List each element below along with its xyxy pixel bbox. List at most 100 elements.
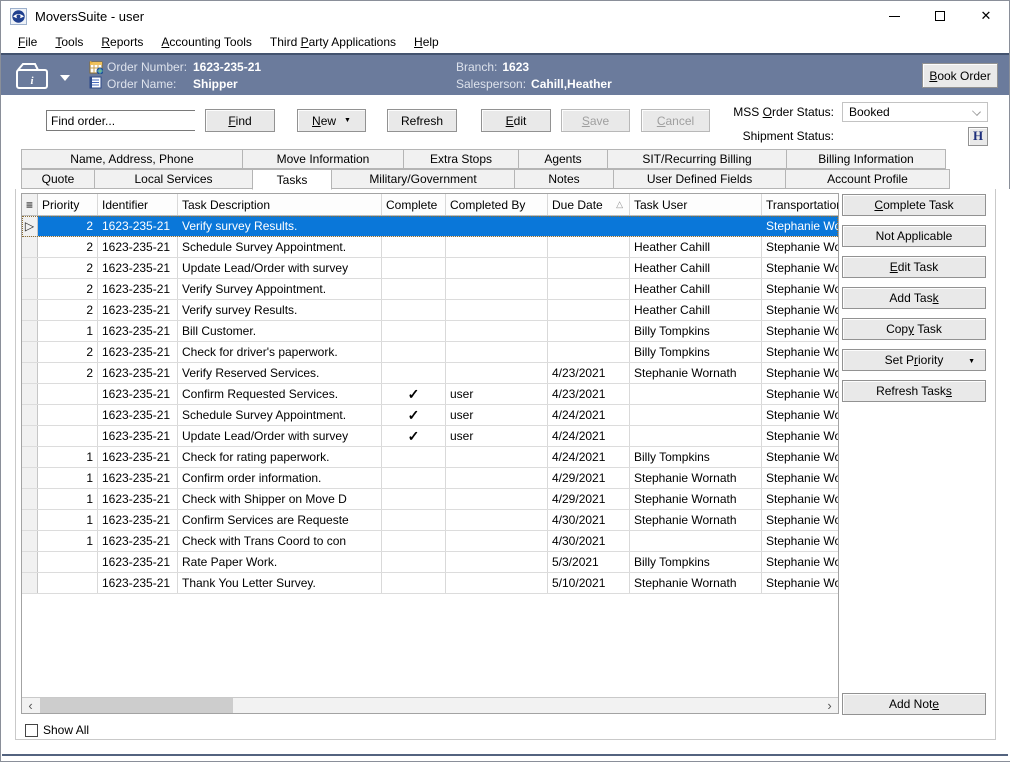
task-row[interactable]: 1623-235-21Update Lead/Order with survey… (22, 426, 838, 447)
column-header-transportation-co[interactable]: Transportation Co (762, 194, 838, 215)
maximize-button[interactable] (917, 1, 963, 31)
cell-priority[interactable]: 2 (38, 342, 98, 362)
cell-identifier[interactable]: 1623-235-21 (98, 216, 178, 236)
cell-description[interactable]: Verify survey Results. (178, 216, 382, 236)
cell-complete-check[interactable]: ✓ (382, 426, 446, 446)
menu-reports[interactable]: Reports (92, 33, 152, 51)
cell-priority[interactable]: 1 (38, 447, 98, 467)
cell-identifier[interactable]: 1623-235-21 (98, 279, 178, 299)
cell-description[interactable]: Confirm Services are Requeste (178, 510, 382, 530)
cell-complete-check[interactable]: ✓ (382, 384, 446, 404)
tab-military-government[interactable]: Military/Government (331, 169, 515, 189)
cell-identifier[interactable]: 1623-235-21 (98, 237, 178, 257)
task-row[interactable]: 21623-235-21Verify survey Results.Heathe… (22, 300, 838, 321)
cell-priority[interactable]: 2 (38, 279, 98, 299)
mss-order-status-select[interactable]: Booked (842, 102, 988, 122)
cell-task-user[interactable]: Stephanie Wornath (630, 363, 762, 383)
cell-transportation[interactable]: Stephanie Wornat (762, 552, 838, 572)
cell-completed-by[interactable] (446, 489, 548, 509)
cell-transportation[interactable]: Stephanie Wornat (762, 237, 838, 257)
cell-due-date[interactable] (548, 279, 630, 299)
tab-account-profile[interactable]: Account Profile (785, 169, 950, 189)
cell-priority[interactable]: 2 (38, 300, 98, 320)
order-info-menu[interactable]: i (14, 60, 70, 92)
complete-task-button[interactable]: Complete Task (842, 194, 986, 216)
cell-description[interactable]: Rate Paper Work. (178, 552, 382, 572)
cell-description[interactable]: Check with Shipper on Move D (178, 489, 382, 509)
task-row[interactable]: 1623-235-21Rate Paper Work.5/3/2021Billy… (22, 552, 838, 573)
cell-identifier[interactable]: 1623-235-21 (98, 447, 178, 467)
cell-due-date[interactable] (548, 321, 630, 341)
cell-transportation[interactable]: Stephanie Wornat (762, 573, 838, 593)
cell-task-user[interactable]: Heather Cahill (630, 300, 762, 320)
cell-task-user[interactable]: Stephanie Wornath (630, 573, 762, 593)
cell-description[interactable]: Confirm order information. (178, 468, 382, 488)
row-selector-cell[interactable] (22, 489, 38, 509)
cell-due-date[interactable]: 4/30/2021 (548, 531, 630, 551)
cell-due-date[interactable]: 4/30/2021 (548, 510, 630, 530)
cell-complete-check[interactable] (382, 321, 446, 341)
cell-due-date[interactable]: 4/29/2021 (548, 468, 630, 488)
cell-identifier[interactable]: 1623-235-21 (98, 426, 178, 446)
cell-task-user[interactable]: Stephanie Wornath (630, 468, 762, 488)
column-header-complete[interactable]: Complete (382, 194, 446, 215)
row-selector-cell[interactable]: ▷ (22, 216, 38, 236)
column-header-completed-by[interactable]: Completed By (446, 194, 548, 215)
cell-complete-check[interactable] (382, 300, 446, 320)
cell-complete-check[interactable] (382, 489, 446, 509)
cell-priority[interactable]: 2 (38, 258, 98, 278)
cell-description[interactable]: Check for driver's paperwork. (178, 342, 382, 362)
cell-priority[interactable]: 1 (38, 321, 98, 341)
cell-priority[interactable]: 2 (38, 216, 98, 236)
cell-completed-by[interactable] (446, 510, 548, 530)
cell-transportation[interactable]: Stephanie Wornat (762, 258, 838, 278)
cell-due-date[interactable]: 4/23/2021 (548, 363, 630, 383)
cell-identifier[interactable]: 1623-235-21 (98, 342, 178, 362)
cell-transportation[interactable]: Stephanie Wornat (762, 321, 838, 341)
tab-move-information[interactable]: Move Information (242, 149, 404, 169)
row-selector-cell[interactable] (22, 447, 38, 467)
row-selector-cell[interactable] (22, 468, 38, 488)
task-row[interactable]: 11623-235-21Bill Customer.Billy Tompkins… (22, 321, 838, 342)
cell-completed-by[interactable] (446, 363, 548, 383)
cell-description[interactable]: Bill Customer. (178, 321, 382, 341)
cell-identifier[interactable]: 1623-235-21 (98, 468, 178, 488)
cell-transportation[interactable]: Stephanie Wornat (762, 510, 838, 530)
cell-task-user[interactable]: Stephanie Wornath (630, 510, 762, 530)
find-button[interactable]: Find (205, 109, 275, 132)
scroll-right-icon[interactable]: › (821, 698, 838, 713)
task-row[interactable]: 21623-235-21Schedule Survey Appointment.… (22, 237, 838, 258)
tab-sit-recurring-billing[interactable]: SIT/Recurring Billing (607, 149, 787, 169)
cell-task-user[interactable]: Billy Tompkins (630, 342, 762, 362)
task-row[interactable]: 11623-235-21Check for rating paperwork.4… (22, 447, 838, 468)
cell-completed-by[interactable] (446, 468, 548, 488)
menu-third-party-applications[interactable]: Third Party Applications (261, 33, 405, 51)
set-priority-button[interactable]: Set Priority▼ (842, 349, 986, 371)
copy-task-button[interactable]: Copy Task (842, 318, 986, 340)
cell-identifier[interactable]: 1623-235-21 (98, 300, 178, 320)
row-selector-cell[interactable] (22, 573, 38, 593)
cell-due-date[interactable]: 5/3/2021 (548, 552, 630, 572)
cell-identifier[interactable]: 1623-235-21 (98, 321, 178, 341)
cell-completed-by[interactable] (446, 573, 548, 593)
cell-description[interactable]: Thank You Letter Survey. (178, 573, 382, 593)
minimize-button[interactable] (871, 1, 917, 31)
cell-complete-check[interactable] (382, 216, 446, 236)
cell-priority[interactable]: 1 (38, 510, 98, 530)
row-selector-cell[interactable] (22, 258, 38, 278)
task-row[interactable]: ▷21623-235-21Verify survey Results.Steph… (22, 216, 838, 237)
cell-description[interactable]: Update Lead/Order with survey (178, 426, 382, 446)
cell-description[interactable]: Verify Survey Appointment. (178, 279, 382, 299)
cell-transportation[interactable]: Stephanie Wornat (762, 468, 838, 488)
cell-task-user[interactable]: Heather Cahill (630, 258, 762, 278)
cancel-button[interactable]: Cancel (641, 109, 710, 132)
cell-complete-check[interactable] (382, 363, 446, 383)
cell-due-date[interactable]: 5/10/2021 (548, 573, 630, 593)
cell-completed-by[interactable] (446, 279, 548, 299)
cell-priority[interactable]: 1 (38, 531, 98, 551)
tab-quote[interactable]: Quote (21, 169, 95, 189)
edit-button[interactable]: Edit (481, 109, 551, 132)
cell-due-date[interactable] (548, 300, 630, 320)
not-applicable-button[interactable]: Not Applicable (842, 225, 986, 247)
cell-priority[interactable]: 2 (38, 363, 98, 383)
